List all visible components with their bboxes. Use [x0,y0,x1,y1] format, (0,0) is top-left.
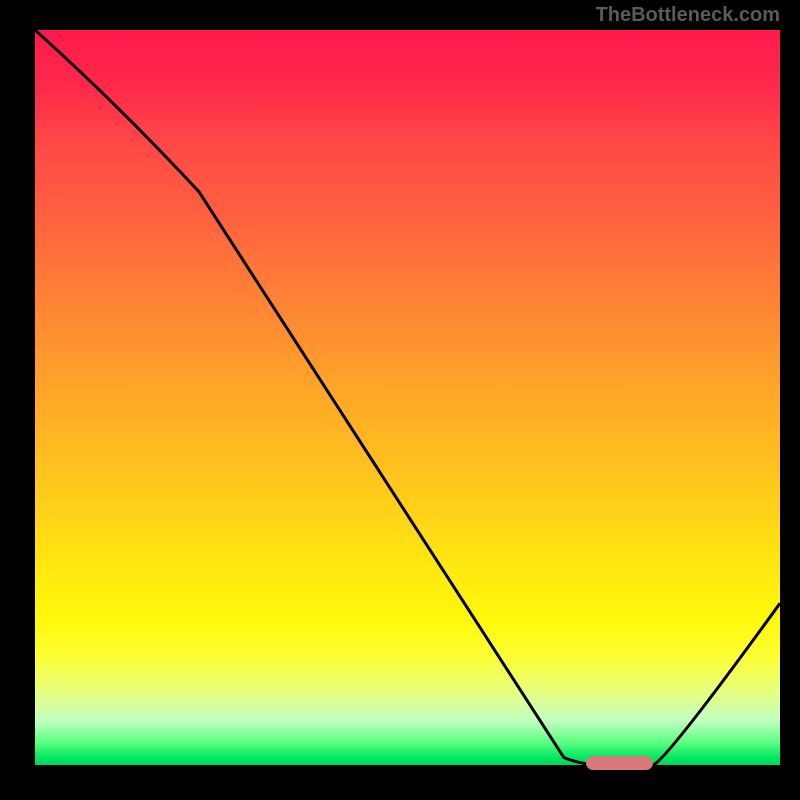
optimal-range-marker [586,756,653,770]
bottleneck-curve [35,30,780,765]
plot-area [35,30,780,765]
curve-path [35,30,780,765]
watermark-text: TheBottleneck.com [596,4,780,27]
